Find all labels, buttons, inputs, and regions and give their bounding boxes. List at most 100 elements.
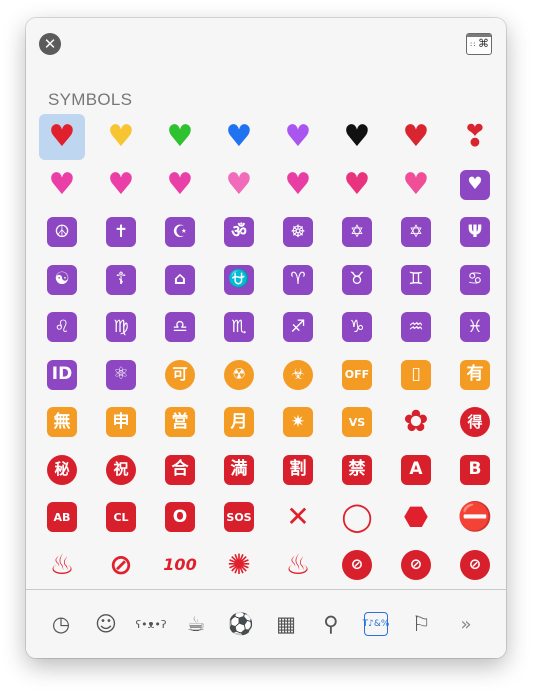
category-recently-used[interactable]: ◷ bbox=[45, 608, 77, 640]
category-objects[interactable]: ⚲ bbox=[315, 608, 347, 640]
emoji-tile[interactable]: ॐ bbox=[216, 209, 262, 255]
application-button-icon: 申 bbox=[106, 407, 136, 437]
category-symbols[interactable]: T♪&% bbox=[360, 608, 392, 640]
emoji-tile[interactable]: 可 bbox=[157, 352, 203, 398]
emoji-tile[interactable]: ♥ bbox=[275, 162, 321, 208]
emoji-tile[interactable]: 禁 bbox=[334, 447, 380, 493]
not-free-of-charge-button-icon: 有 bbox=[460, 359, 490, 390]
menorah-icon: Ψ bbox=[460, 217, 490, 247]
emoji-tile[interactable]: 無 bbox=[39, 399, 85, 445]
emoji-tile[interactable]: ◯ bbox=[334, 494, 380, 540]
emoji-tile[interactable]: ♥ bbox=[393, 162, 439, 208]
emoji-tile[interactable]: B bbox=[452, 447, 498, 493]
emoji-tile[interactable]: ♥ bbox=[334, 114, 380, 160]
emoji-tile[interactable]: ♎ bbox=[157, 304, 203, 350]
emoji-tile[interactable]: ID bbox=[39, 352, 85, 398]
emoji-tile[interactable]: ♥ bbox=[393, 114, 439, 160]
emoji-tile[interactable]: ☯ bbox=[39, 257, 85, 303]
emoji-tile[interactable]: ♥ bbox=[39, 114, 85, 160]
emoji-tile[interactable]: O bbox=[157, 494, 203, 540]
emoji-tile[interactable]: ⊘ bbox=[452, 542, 498, 588]
emoji-tile[interactable]: AB bbox=[39, 494, 85, 540]
category-food-drink[interactable]: ☕ bbox=[180, 608, 212, 640]
emoji-tile[interactable]: OFF bbox=[334, 352, 380, 398]
emoji-tile[interactable]: ♊ bbox=[393, 257, 439, 303]
emoji-tile[interactable]: ♥ bbox=[98, 162, 144, 208]
emoji-tile[interactable]: ✡ bbox=[334, 209, 380, 255]
emoji-tile[interactable]: ♑ bbox=[334, 304, 380, 350]
emoji-tile[interactable]: ⚛ bbox=[98, 352, 144, 398]
emoji-tile[interactable]: ♥ bbox=[334, 162, 380, 208]
emoji-tile[interactable]: 割 bbox=[275, 447, 321, 493]
emoji-tile[interactable]: SOS bbox=[216, 494, 262, 540]
emoji-tile[interactable]: 合 bbox=[157, 447, 203, 493]
emoji-tile[interactable]: ♈ bbox=[275, 257, 321, 303]
emoji-tile[interactable]: ♉ bbox=[334, 257, 380, 303]
emoji-tile[interactable]: 得 bbox=[452, 399, 498, 445]
emoji-tile[interactable]: ⬣ bbox=[393, 494, 439, 540]
emoji-tile[interactable]: ♋ bbox=[452, 257, 498, 303]
emoji-tile[interactable]: ☪ bbox=[157, 209, 203, 255]
emoji-tile[interactable]: ♒ bbox=[393, 304, 439, 350]
emoji-tile[interactable]: CL bbox=[98, 494, 144, 540]
emoji-tile[interactable]: ♥ bbox=[216, 114, 262, 160]
emoji-tile[interactable]: A bbox=[393, 447, 439, 493]
emoji-tile[interactable]: 秘 bbox=[39, 447, 85, 493]
emoji-tile[interactable]: ▯ bbox=[393, 352, 439, 398]
close-icon[interactable]: ✕ bbox=[39, 33, 61, 55]
emoji-tile[interactable]: ♨ bbox=[275, 542, 321, 588]
hot-springs-icon: ♨ bbox=[285, 547, 311, 581]
emoji-tile[interactable]: ✝ bbox=[98, 209, 144, 255]
emoji-tile[interactable]: ✺ bbox=[216, 542, 262, 588]
emoji-tile[interactable]: ⛔ bbox=[452, 494, 498, 540]
aquarius-icon: ♒ bbox=[401, 312, 431, 342]
category-more[interactable]: » bbox=[450, 608, 482, 640]
heart-decoration-icon: ♥ bbox=[460, 169, 490, 200]
biohazard-icon: ☣ bbox=[283, 359, 313, 390]
emoji-tile[interactable]: ♥ bbox=[98, 114, 144, 160]
category-flags[interactable]: ⚐ bbox=[405, 608, 437, 640]
id-button-icon: ID bbox=[47, 359, 77, 390]
emoji-tile[interactable]: ⛎ bbox=[216, 257, 262, 303]
emoji-tile[interactable]: Ψ bbox=[452, 209, 498, 255]
emoji-tile[interactable]: ⊘ bbox=[98, 542, 144, 588]
emoji-tile[interactable]: ⊘ bbox=[393, 542, 439, 588]
category-smileys-people[interactable]: ☺ bbox=[90, 608, 122, 640]
character-viewer-button[interactable]: :: ⌘ bbox=[466, 33, 492, 55]
emoji-tile[interactable]: 祝 bbox=[98, 447, 144, 493]
emoji-tile[interactable]: 100 bbox=[157, 542, 203, 588]
emoji-tile[interactable]: ☸ bbox=[275, 209, 321, 255]
emoji-tile[interactable]: ♥ bbox=[157, 114, 203, 160]
emoji-tile[interactable]: ♐ bbox=[275, 304, 321, 350]
emoji-tile[interactable]: ❣ bbox=[452, 114, 498, 160]
emoji-tile[interactable]: ⊘ bbox=[334, 542, 380, 588]
emoji-tile[interactable]: VS bbox=[334, 399, 380, 445]
emoji-tile[interactable]: ✡ bbox=[393, 209, 439, 255]
emoji-tile[interactable]: ♥ bbox=[39, 162, 85, 208]
category-activity[interactable]: ⚽ bbox=[225, 608, 257, 640]
emoji-tile[interactable]: 満 bbox=[216, 447, 262, 493]
emoji-tile[interactable]: ♥ bbox=[452, 162, 498, 208]
emoji-tile[interactable]: ♨ bbox=[39, 542, 85, 588]
emoji-tile[interactable]: ♥ bbox=[216, 162, 262, 208]
emoji-tile[interactable]: ♏ bbox=[216, 304, 262, 350]
emoji-tile[interactable]: 有 bbox=[452, 352, 498, 398]
category-animals-nature[interactable]: ʕ•ᴥ•ʔ bbox=[135, 608, 167, 640]
emoji-tile[interactable]: ♍ bbox=[98, 304, 144, 350]
emoji-tile[interactable]: ♥ bbox=[275, 114, 321, 160]
emoji-tile[interactable]: 月 bbox=[216, 399, 262, 445]
emoji-tile[interactable]: 営 bbox=[157, 399, 203, 445]
emoji-tile[interactable]: ☢ bbox=[216, 352, 262, 398]
emoji-tile[interactable]: ✕ bbox=[275, 494, 321, 540]
emoji-tile[interactable]: ☮ bbox=[39, 209, 85, 255]
emoji-tile[interactable]: ♌ bbox=[39, 304, 85, 350]
emoji-tile[interactable]: ♓ bbox=[452, 304, 498, 350]
emoji-tile[interactable]: ⌂ bbox=[157, 257, 203, 303]
emoji-tile[interactable]: ♥ bbox=[157, 162, 203, 208]
category-travel-places[interactable]: ▦ bbox=[270, 608, 302, 640]
emoji-tile[interactable]: ☦ bbox=[98, 257, 144, 303]
emoji-tile[interactable]: ✷ bbox=[275, 399, 321, 445]
emoji-tile[interactable]: ☣ bbox=[275, 352, 321, 398]
emoji-tile[interactable]: ✿ bbox=[393, 399, 439, 445]
emoji-tile[interactable]: 申 bbox=[98, 399, 144, 445]
